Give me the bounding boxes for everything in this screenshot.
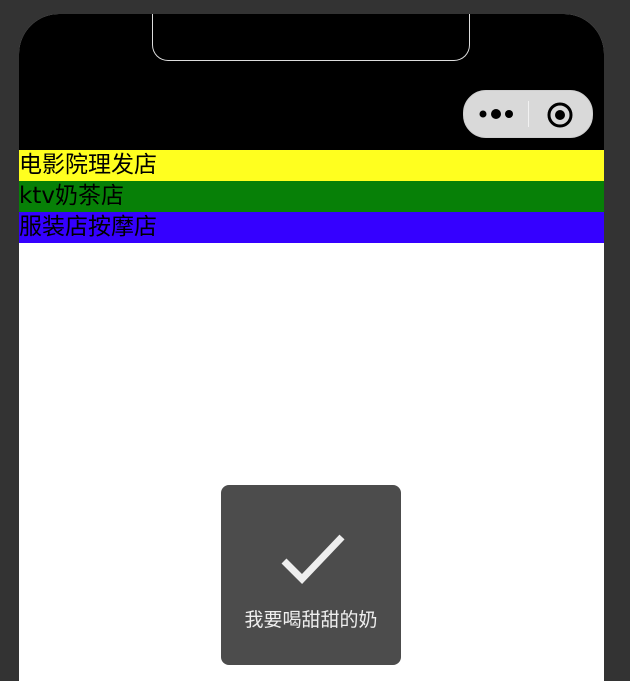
phone-screen: 电影院理发店 ktv奶茶店 服装店按摩店 我要喝甜甜的奶 [19, 14, 604, 681]
success-toast: 我要喝甜甜的奶 [221, 485, 401, 665]
list-item: 服装店按摩店 [19, 212, 604, 243]
list-item: ktv奶茶店 [19, 181, 604, 212]
device-notch [152, 14, 470, 61]
checkmark-icon [278, 531, 348, 587]
toast-message: 我要喝甜甜的奶 [244, 609, 378, 631]
capsule-divider [528, 101, 529, 127]
target-circle-icon[interactable] [546, 101, 574, 129]
more-dots-icon[interactable] [478, 105, 518, 123]
mini-program-capsule [463, 90, 593, 138]
navigation-bar [19, 14, 604, 150]
list-item: 电影院理发店 [19, 150, 604, 181]
